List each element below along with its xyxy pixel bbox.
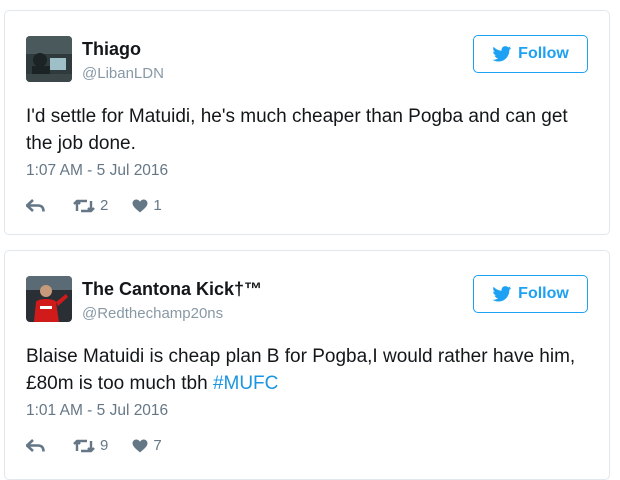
twitter-bird-icon <box>492 46 512 62</box>
tweet-card: Thiago @LibanLDN Follow I'd settle for M… <box>4 10 610 235</box>
display-name[interactable]: Thiago <box>82 39 141 60</box>
follow-label: Follow <box>518 285 569 302</box>
retweet-button[interactable]: 9 <box>73 437 108 454</box>
retweet-count: 2 <box>100 197 109 214</box>
retweet-icon <box>73 199 95 213</box>
like-button[interactable]: 1 <box>132 197 162 214</box>
heart-icon <box>132 439 148 453</box>
timestamp[interactable]: 1:01 AM - 5 Jul 2016 <box>26 402 168 420</box>
user-handle[interactable]: @Redthechamp20ns <box>82 305 223 322</box>
timestamp[interactable]: 1:07 AM - 5 Jul 2016 <box>26 162 168 180</box>
follow-label: Follow <box>518 45 569 62</box>
tweet-actions: 9 7 <box>26 437 162 454</box>
like-count: 1 <box>153 197 162 214</box>
like-count: 7 <box>153 437 162 454</box>
retweet-button[interactable]: 2 <box>73 197 108 214</box>
retweet-count: 9 <box>100 437 109 454</box>
tweet-body: Blaise Matuidi is cheap plan B for Pogba… <box>26 346 576 394</box>
tweet-body: I'd settle for Matuidi, he's much cheape… <box>26 106 568 154</box>
avatar[interactable] <box>26 276 72 322</box>
twitter-bird-icon <box>492 286 512 302</box>
heart-icon <box>132 199 148 213</box>
user-handle[interactable]: @LibanLDN <box>82 65 164 82</box>
reply-button[interactable] <box>26 198 45 213</box>
avatar[interactable] <box>26 36 72 82</box>
follow-button[interactable]: Follow <box>473 275 588 313</box>
reply-icon <box>26 438 45 453</box>
reply-icon <box>26 198 45 213</box>
reply-button[interactable] <box>26 438 45 453</box>
tweet-card: The Cantona Kick†™ @Redthechamp20ns Foll… <box>4 250 610 480</box>
retweet-icon <box>73 439 95 453</box>
tweet-actions: 2 1 <box>26 197 162 214</box>
tweet-text: Blaise Matuidi is cheap plan B for Pogba… <box>26 343 596 397</box>
hashtag-link[interactable]: #MUFC <box>213 373 278 394</box>
display-name[interactable]: The Cantona Kick†™ <box>82 279 262 300</box>
tweet-text: I'd settle for Matuidi, he's much cheape… <box>26 103 596 157</box>
follow-button[interactable]: Follow <box>473 35 588 73</box>
like-button[interactable]: 7 <box>132 437 162 454</box>
